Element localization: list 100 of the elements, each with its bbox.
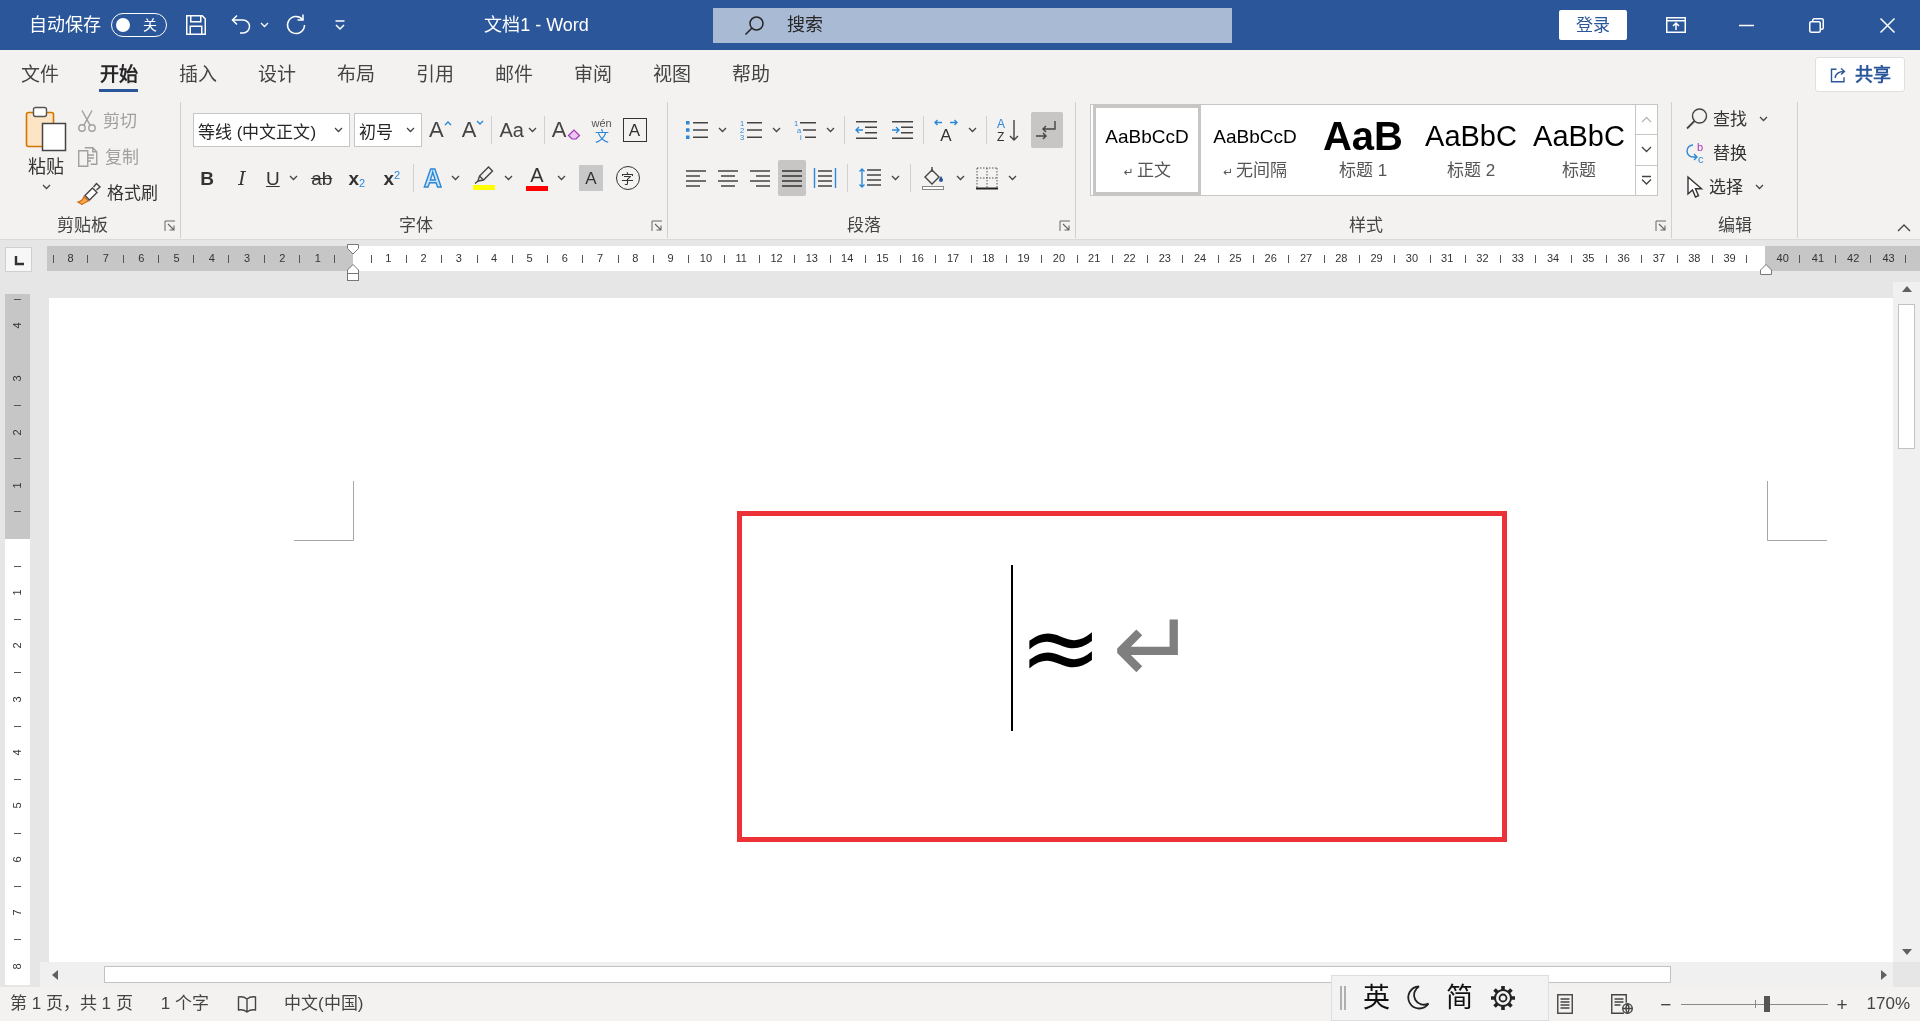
- moon-icon[interactable]: [1404, 984, 1430, 1012]
- bold-button[interactable]: B: [193, 160, 221, 196]
- justify-icon: [781, 168, 803, 188]
- caret-icon[interactable]: [260, 22, 269, 28]
- share-icon: [1829, 65, 1847, 84]
- ribbon-tab[interactable]: 设计: [237, 50, 316, 98]
- ribbon-tab[interactable]: 开始: [79, 50, 158, 98]
- corner-arrow-icon[interactable]: [164, 220, 176, 232]
- show-marks-button[interactable]: [1031, 112, 1063, 148]
- close-icon[interactable]: [1879, 16, 1896, 34]
- justify-button[interactable]: [778, 160, 806, 196]
- ruler-number: 26: [1264, 253, 1277, 264]
- ribbon-tab[interactable]: 布局: [316, 50, 395, 98]
- underline-button[interactable]: U: [263, 160, 301, 196]
- ruler-number: 39: [1723, 253, 1736, 264]
- sign-in-button[interactable]: 登录: [1559, 10, 1627, 40]
- ruler-number: 5: [526, 253, 533, 264]
- share-button[interactable]: 共享: [1815, 57, 1905, 92]
- vertical-scrollbar[interactable]: [1893, 282, 1920, 962]
- restore-icon[interactable]: [1808, 16, 1825, 34]
- find-button[interactable]: 查找: [1685, 102, 1797, 136]
- phonetic-guide-button[interactable]: wén 文: [587, 112, 616, 148]
- language-mode-button[interactable]: 英: [1363, 984, 1390, 1012]
- ribbon-tab[interactable]: 视图: [632, 50, 711, 98]
- search-icon: [1685, 107, 1709, 131]
- ruler-number: 43: [1882, 253, 1895, 264]
- left-indent-marker[interactable]: [347, 263, 359, 281]
- grow-font-button[interactable]: A: [426, 112, 455, 148]
- font-size-field[interactable]: 初号: [354, 113, 422, 147]
- ribbon-tab[interactable]: 邮件: [474, 50, 553, 98]
- ruler-number: 11: [735, 253, 747, 264]
- bullet-list-icon: [685, 119, 709, 141]
- style-item[interactable]: AaBbC 标题 2: [1417, 105, 1525, 195]
- script-mode-button[interactable]: 简: [1446, 984, 1473, 1012]
- style-item[interactable]: AaBbCcD ↵ 正文: [1093, 105, 1201, 195]
- asian-layout-button[interactable]: A: [930, 112, 980, 148]
- book-icon[interactable]: [237, 995, 257, 1013]
- strikethrough-button[interactable]: ab: [307, 160, 336, 196]
- font-color-button[interactable]: A: [522, 160, 569, 196]
- ruler-number: 20: [1052, 253, 1066, 264]
- superscript-button[interactable]: x$^{2}$: [377, 160, 406, 196]
- ribbon-tab[interactable]: 引用: [395, 50, 474, 98]
- scroll-thumb[interactable]: [104, 966, 1671, 983]
- clear-formatting-button[interactable]: A: [548, 112, 584, 148]
- group-label: 字体: [399, 215, 433, 238]
- zoom-out-button[interactable]: −: [1660, 994, 1672, 1014]
- paste-button[interactable]: 粘贴: [18, 104, 74, 214]
- grip-icon[interactable]: [1339, 985, 1347, 1011]
- ruler-number: 3: [244, 253, 251, 264]
- ruler-number: 42: [1847, 253, 1860, 264]
- right-arrow-icon[interactable]: [1881, 969, 1887, 980]
- ruler-number: 8: [12, 963, 23, 970]
- customize-icon[interactable]: [334, 19, 346, 31]
- corner-arrow-icon[interactable]: [1059, 220, 1071, 232]
- corner-arrow-icon[interactable]: [1655, 220, 1667, 232]
- tab-stop-selector[interactable]: [5, 247, 32, 272]
- gear-icon[interactable]: [1489, 984, 1517, 1012]
- search-field[interactable]: 搜索: [713, 7, 1232, 43]
- format-painter-button[interactable]: 格式刷: [76, 176, 158, 210]
- style-item[interactable]: AaB 标题 1: [1309, 105, 1417, 195]
- ribbon-tab[interactable]: 帮助: [711, 50, 790, 98]
- caret-down-icon: [476, 120, 485, 126]
- right-indent-marker[interactable]: [1760, 264, 1772, 275]
- scroll-thumb[interactable]: [1898, 304, 1915, 449]
- subscript-button[interactable]: x$_{2}$: [342, 160, 371, 196]
- language-label[interactable]: 中文(中国): [284, 991, 364, 1017]
- zoom-slider-thumb[interactable]: [1763, 996, 1770, 1012]
- align-center-icon: [717, 168, 739, 188]
- ruler-number: 23: [1158, 253, 1171, 264]
- ruler-number: 8: [632, 253, 639, 264]
- shrink-font-button[interactable]: A: [458, 112, 488, 148]
- ruler-number: 9: [667, 253, 674, 264]
- save-icon[interactable]: [184, 13, 208, 37]
- ruler-number: 6: [138, 253, 145, 264]
- page-layout-icon[interactable]: [1557, 994, 1574, 1014]
- italic-button[interactable]: I: [228, 160, 256, 196]
- chevron-up-icon: [1641, 116, 1652, 124]
- undo-icon[interactable]: [229, 13, 253, 37]
- up-arrow-icon[interactable]: [1901, 286, 1912, 292]
- change-case-button[interactable]: Aa: [496, 112, 540, 148]
- ruler-number: 19: [1017, 253, 1030, 264]
- ribbon-tab[interactable]: 审阅: [553, 50, 632, 98]
- down-arrow-icon[interactable]: [1901, 949, 1912, 955]
- zoom-in-button[interactable]: +: [1836, 994, 1848, 1014]
- web-layout-icon[interactable]: [1611, 994, 1634, 1014]
- ribbon-display-icon[interactable]: [1665, 16, 1687, 34]
- corner-l-icon: [12, 253, 25, 266]
- first-line-indent-marker[interactable]: [347, 244, 359, 255]
- corner-arrow-icon[interactable]: [651, 220, 663, 232]
- ribbon-tab[interactable]: 插入: [158, 50, 237, 98]
- ruler-number: 21: [1088, 253, 1101, 264]
- select-button[interactable]: 选择: [1685, 170, 1797, 204]
- ruler-number: 34: [1546, 253, 1560, 264]
- style-item[interactable]: AaBbCcD ↵ 无间隔: [1201, 105, 1309, 195]
- font-name-field[interactable]: 等线 (中文正文): [193, 113, 350, 147]
- redo-icon[interactable]: [284, 13, 308, 37]
- zoom-level[interactable]: 170%: [1866, 991, 1910, 1017]
- ribbon-tab[interactable]: 文件: [0, 50, 79, 98]
- left-arrow-icon[interactable]: [52, 969, 58, 980]
- style-item[interactable]: AaBbC 标题: [1525, 105, 1633, 195]
